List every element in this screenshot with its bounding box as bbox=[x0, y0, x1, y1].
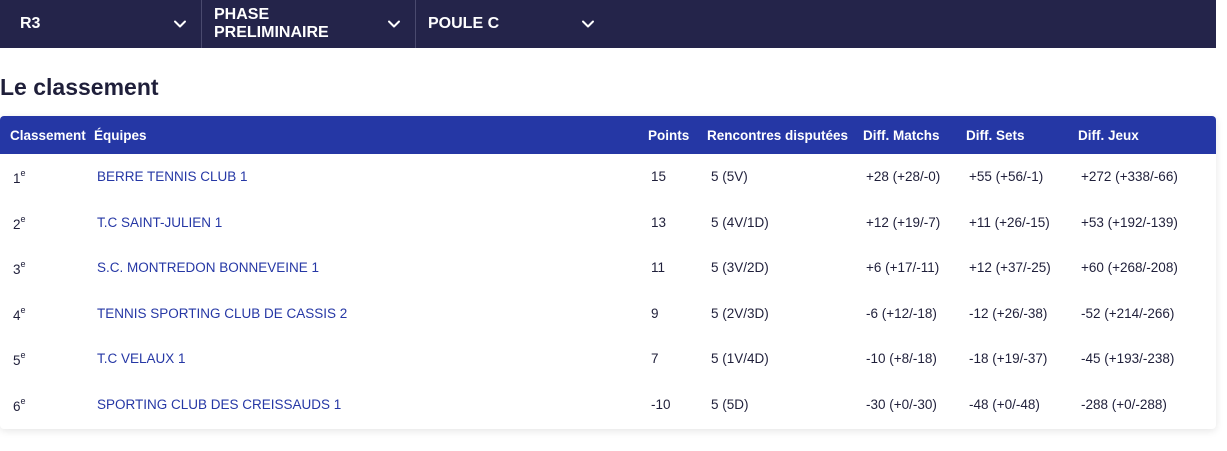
chevron-down-icon bbox=[581, 17, 595, 31]
diff-sets-cell: -12 (+26/-38) bbox=[969, 305, 1048, 321]
chevron-down-icon bbox=[173, 17, 187, 31]
team-cell: TENNIS SPORTING CLUB DE CASSIS 2 bbox=[94, 291, 648, 337]
table-row: 2e T.C SAINT-JULIEN 1 13 5 (4V/1D) +12 (… bbox=[0, 200, 1216, 246]
page-title: Le classement bbox=[0, 74, 159, 100]
pool-select[interactable]: POULE C bbox=[415, 0, 611, 48]
diff-jeux-cell: -52 (+214/-266) bbox=[1081, 305, 1175, 321]
rank-cell: 2e bbox=[13, 213, 26, 232]
points-cell: 13 bbox=[651, 214, 667, 230]
standings-table: Classement Équipes Points Rencontres dis… bbox=[0, 116, 1216, 427]
meetings-cell: 5 (5D) bbox=[711, 396, 749, 412]
diff-jeux-cell: +60 (+268/-208) bbox=[1081, 260, 1178, 276]
pool-select-label: POULE C bbox=[428, 15, 500, 32]
header-team: Équipes bbox=[94, 127, 147, 143]
points-cell: 9 bbox=[651, 305, 659, 321]
diff-sets-cell: -48 (+0/-48) bbox=[969, 396, 1040, 412]
table-header-row: Classement Équipes Points Rencontres dis… bbox=[0, 116, 1216, 154]
table-row: 4e TENNIS SPORTING CLUB DE CASSIS 2 9 5 … bbox=[0, 291, 1216, 337]
team-link[interactable]: TENNIS SPORTING CLUB DE CASSIS 2 bbox=[97, 306, 347, 321]
diff-jeux-cell: -45 (+193/-238) bbox=[1081, 351, 1175, 367]
diff-matchs-cell: +12 (+19/-7) bbox=[866, 214, 941, 230]
team-link[interactable]: BERRE TENNIS CLUB 1 bbox=[97, 169, 248, 184]
team-cell: T.C SAINT-JULIEN 1 bbox=[94, 200, 648, 246]
table-row: 5e T.C VELAUX 1 7 5 (1V/4D) -10 (+8/-18)… bbox=[0, 336, 1216, 382]
division-select[interactable]: R3 bbox=[0, 0, 201, 48]
rank-cell: 4e bbox=[13, 304, 26, 323]
table-row: 1e BERRE TENNIS CLUB 1 15 5 (5V) +28 (+2… bbox=[0, 154, 1216, 200]
meetings-cell: 5 (3V/2D) bbox=[711, 260, 769, 276]
table-row: 3e S.C. MONTREDON BONNEVEINE 1 11 5 (3V/… bbox=[0, 245, 1216, 291]
team-link[interactable]: SPORTING CLUB DES CREISSAUDS 1 bbox=[97, 397, 341, 412]
diff-matchs-cell: +28 (+28/-0) bbox=[866, 169, 941, 185]
points-cell: 15 bbox=[651, 169, 667, 185]
rank-cell: 1e bbox=[13, 168, 26, 186]
header-rank: Classement bbox=[10, 127, 86, 143]
team-link[interactable]: T.C SAINT-JULIEN 1 bbox=[97, 215, 222, 230]
diff-jeux-cell: +53 (+192/-139) bbox=[1081, 214, 1178, 230]
header-diff-jeux: Diff. Jeux bbox=[1078, 127, 1139, 143]
points-cell: 7 bbox=[651, 351, 659, 367]
team-link[interactable]: T.C VELAUX 1 bbox=[97, 351, 186, 366]
meetings-cell: 5 (4V/1D) bbox=[711, 214, 769, 230]
division-select-label: R3 bbox=[20, 15, 41, 32]
diff-matchs-cell: -30 (+0/-30) bbox=[866, 396, 937, 412]
filter-bar: R3 PHASE PRELIMINAIRE POULE C bbox=[0, 0, 1216, 48]
team-link[interactable]: S.C. MONTREDON BONNEVEINE 1 bbox=[97, 260, 319, 275]
header-points: Points bbox=[648, 127, 690, 143]
header-diff-sets: Diff. Sets bbox=[966, 127, 1025, 143]
points-cell: -10 bbox=[651, 396, 671, 412]
meetings-cell: 5 (1V/4D) bbox=[711, 351, 769, 367]
diff-matchs-cell: -10 (+8/-18) bbox=[866, 351, 937, 367]
rank-cell: 6e bbox=[13, 395, 26, 414]
diff-sets-cell: +12 (+37/-25) bbox=[969, 260, 1051, 276]
rank-cell: 3e bbox=[13, 259, 26, 277]
phase-select-label: PHASE PRELIMINAIRE bbox=[214, 6, 329, 41]
team-cell: T.C VELAUX 1 bbox=[94, 336, 648, 382]
standings-card: Classement Équipes Points Rencontres dis… bbox=[0, 116, 1216, 429]
header-meetings: Rencontres disputées bbox=[707, 127, 849, 143]
team-cell: BERRE TENNIS CLUB 1 bbox=[94, 154, 648, 200]
diff-matchs-cell: +6 (+17/-11) bbox=[866, 260, 940, 276]
diff-jeux-cell: -288 (+0/-288) bbox=[1081, 396, 1167, 412]
diff-sets-cell: -18 (+19/-37) bbox=[969, 351, 1048, 367]
diff-sets-cell: +11 (+26/-15) bbox=[969, 214, 1050, 230]
team-cell: S.C. MONTREDON BONNEVEINE 1 bbox=[94, 245, 648, 291]
diff-sets-cell: +55 (+56/-1) bbox=[969, 169, 1044, 185]
meetings-cell: 5 (2V/3D) bbox=[711, 305, 769, 321]
diff-jeux-cell: +272 (+338/-66) bbox=[1081, 169, 1178, 185]
header-diff-matchs: Diff. Matchs bbox=[863, 127, 940, 143]
diff-matchs-cell: -6 (+12/-18) bbox=[866, 305, 937, 321]
table-row: 6e SPORTING CLUB DES CREISSAUDS 1 -10 5 … bbox=[0, 382, 1216, 428]
phase-select[interactable]: PHASE PRELIMINAIRE bbox=[201, 0, 415, 48]
meetings-cell: 5 (5V) bbox=[711, 169, 748, 185]
points-cell: 11 bbox=[651, 260, 666, 276]
chevron-down-icon bbox=[387, 17, 401, 31]
team-cell: SPORTING CLUB DES CREISSAUDS 1 bbox=[94, 382, 648, 428]
rank-cell: 5e bbox=[13, 350, 26, 368]
